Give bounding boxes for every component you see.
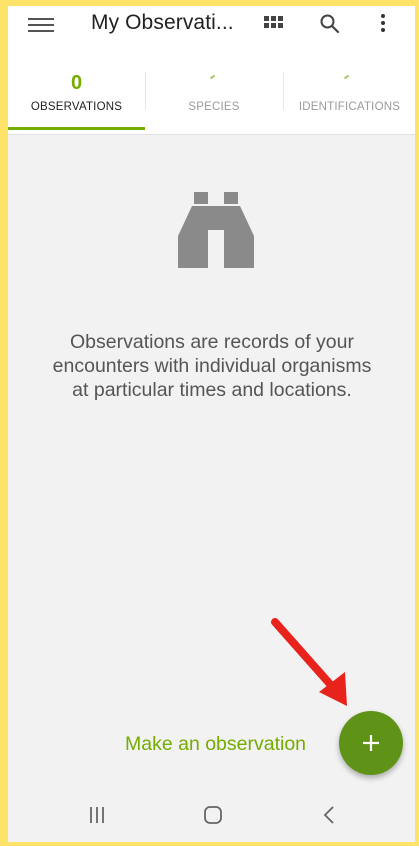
binoculars-icon (178, 192, 254, 268)
add-observation-button[interactable] (339, 711, 403, 775)
tab-bar: 0 OBSERVATIONS SPECIES IDENTIFICATIONS (8, 56, 415, 135)
loading-indicator (209, 74, 216, 80)
menu-icon[interactable] (28, 14, 54, 36)
tab-identifications[interactable]: IDENTIFICATIONS (284, 56, 415, 134)
home-icon[interactable] (198, 800, 228, 830)
observations-count: 0 (70, 72, 83, 94)
app-bar: My Observati... (8, 6, 415, 56)
empty-state-message: Observations are records of your encount… (52, 331, 372, 401)
tab-species-label: SPECIES (188, 101, 240, 113)
annotation-arrow-icon (271, 618, 347, 706)
phone-screen: My Observati... 0 OBSERVATIONS SPECIES I… (8, 6, 415, 842)
plus-icon (363, 735, 379, 751)
grid-view-icon[interactable] (264, 15, 284, 31)
system-nav-bar (8, 788, 415, 842)
make-observation-label[interactable]: Make an observation (125, 733, 306, 756)
search-icon[interactable] (318, 12, 342, 36)
loading-indicator (343, 74, 350, 80)
page-title: My Observati... (91, 11, 234, 34)
tab-observations-label: OBSERVATIONS (30, 101, 123, 113)
more-vert-icon[interactable] (378, 12, 388, 36)
back-icon[interactable] (314, 800, 344, 830)
active-tab-indicator (8, 127, 145, 130)
tab-identifications-label: IDENTIFICATIONS (298, 101, 401, 113)
tab-observations[interactable]: 0 OBSERVATIONS (8, 56, 145, 134)
recent-apps-icon[interactable] (83, 800, 113, 830)
tab-species[interactable]: SPECIES (146, 56, 282, 134)
